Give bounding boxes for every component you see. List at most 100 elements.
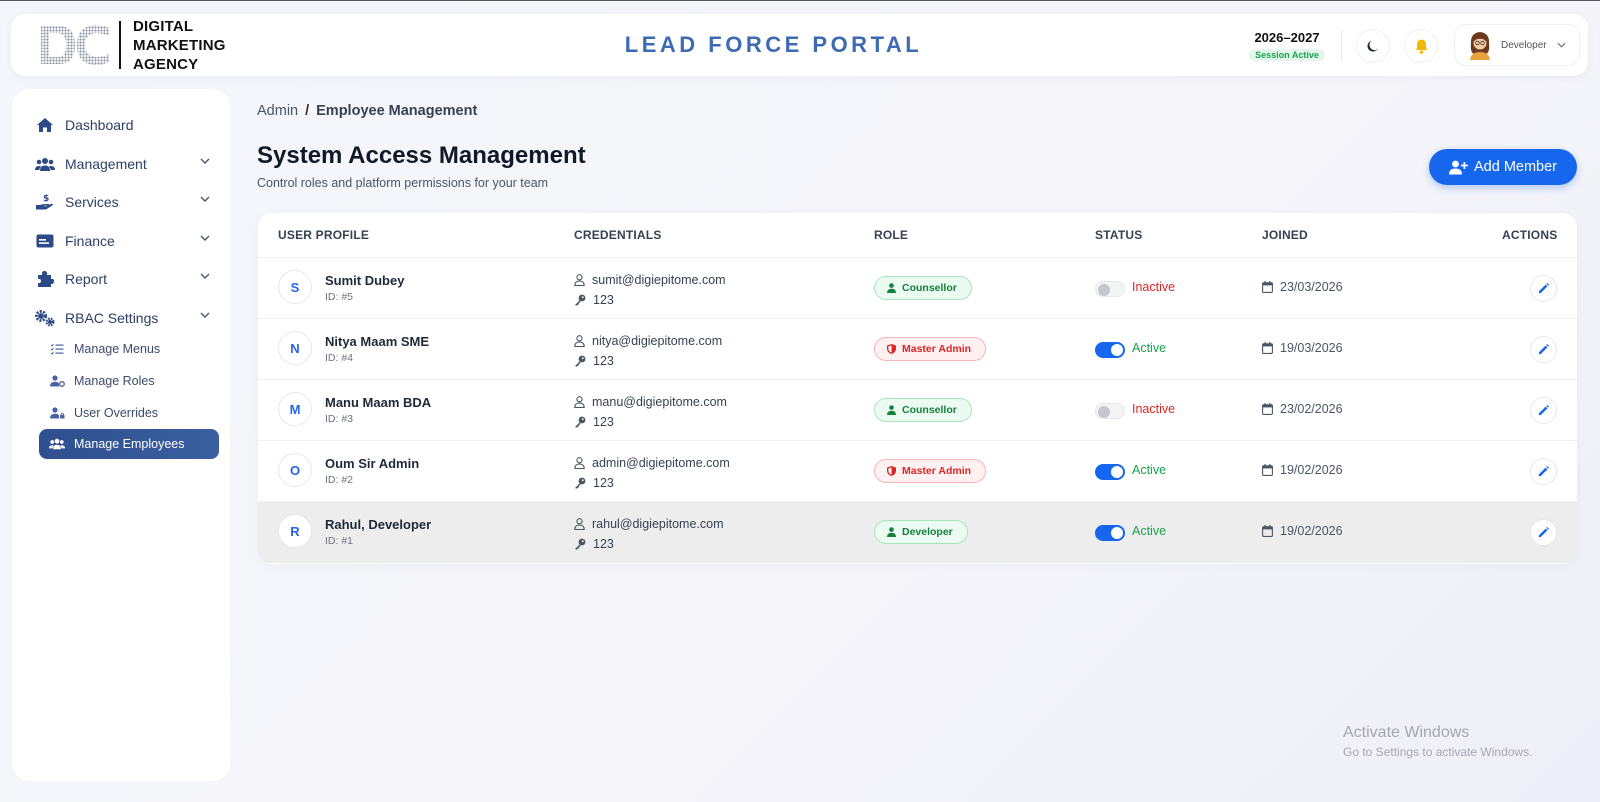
role-badge: Counsellor <box>874 398 972 422</box>
sidebar-item-label: Services <box>65 194 119 210</box>
pencil-icon <box>1538 466 1549 477</box>
chevron-down-icon <box>200 235 210 241</box>
notifications-button[interactable] <box>1404 29 1438 63</box>
joined-cell: 23/02/2026 <box>1262 402 1343 416</box>
edit-button[interactable] <box>1530 336 1557 363</box>
user-profile-cell: Sumit Dubey ID: #5 <box>325 273 404 303</box>
sidebar-item-report[interactable]: Report <box>34 264 216 294</box>
user-email: manu@digiepitome.com <box>592 395 727 409</box>
user-profile-cell: Manu Maam BDA ID: #3 <box>325 395 431 425</box>
sidebar-item-dashboard[interactable]: Dashboard <box>34 110 216 140</box>
pencil-icon <box>1538 405 1549 416</box>
user-profile-cell: Oum Sir Admin ID: #2 <box>325 456 419 486</box>
puzzle-icon <box>34 269 56 289</box>
status-text: Inactive <box>1132 402 1176 416</box>
theme-toggle-button[interactable] <box>1356 29 1390 63</box>
avatar: S <box>278 270 312 304</box>
edit-button[interactable] <box>1530 275 1557 302</box>
credentials-cell: rahul@digiepitome.com 123 <box>574 514 724 554</box>
user-name: Developer <box>1501 39 1547 51</box>
add-member-button[interactable]: Add Member <box>1429 149 1577 185</box>
status-text: Active <box>1132 463 1167 477</box>
status-text: Active <box>1132 524 1167 538</box>
role-badge: Counsellor <box>874 276 972 300</box>
toggle-knob <box>1111 466 1123 478</box>
table-row: S Sumit Dubey ID: #5 sumit@digiepitome.c… <box>258 258 1577 319</box>
user-plus-icon <box>1448 160 1468 174</box>
user-name: Manu Maam BDA <box>325 395 432 410</box>
user-outline-icon <box>574 335 585 347</box>
chevron-down-icon <box>200 273 210 279</box>
key-icon <box>575 355 586 367</box>
svg-text:$: $ <box>43 194 49 204</box>
page-title: System Access Management <box>257 142 586 169</box>
windows-activation-watermark: Activate Windows Go to Settings to activ… <box>1343 724 1532 759</box>
col-header-user-profile: USER PROFILE <box>278 228 370 242</box>
key-icon <box>575 294 586 306</box>
credentials-cell: admin@digiepitome.com 123 <box>574 453 730 493</box>
user-icon <box>887 405 896 415</box>
user-id: ID: #1 <box>325 535 354 547</box>
session-status-badge: Session Active <box>1249 49 1325 61</box>
credentials-cell: manu@digiepitome.com 123 <box>574 392 727 432</box>
user-icon <box>887 527 896 537</box>
chevron-down-icon <box>200 196 210 202</box>
joined-cell: 23/03/2026 <box>1262 280 1343 294</box>
sidebar-item-label: Dashboard <box>65 117 134 133</box>
user-outline-icon <box>574 274 585 286</box>
sidebar-item-label: Management <box>65 156 147 172</box>
sidebar-subitem-manage-employees[interactable]: Manage Employees <box>39 429 219 459</box>
user-password: 123 <box>593 354 614 368</box>
table-row: O Oum Sir Admin ID: #2 admin@digiepitome… <box>258 441 1577 502</box>
col-header-status: STATUS <box>1095 228 1143 242</box>
role-label: Developer <box>902 526 953 538</box>
user-outline-icon <box>574 457 585 469</box>
sidebar-subitem-label: Manage Menus <box>74 342 161 356</box>
sidebar-item-finance[interactable]: Finance <box>34 226 216 256</box>
status-toggle[interactable] <box>1095 525 1125 541</box>
avatar-icon <box>1470 32 1490 60</box>
sidebar-item-rbac-settings[interactable]: RBAC Settings <box>34 303 216 333</box>
card-icon <box>34 231 56 251</box>
calendar-icon <box>1262 525 1273 537</box>
role-label: Master Admin <box>902 343 972 355</box>
user-icon <box>887 283 896 293</box>
sidebar-item-management[interactable]: Management <box>34 149 216 179</box>
status-toggle[interactable] <box>1095 464 1125 480</box>
chevron-down-icon <box>1557 42 1566 48</box>
sidebar-subitem-manage-roles[interactable]: Manage Roles <box>48 368 224 394</box>
table-row: M Manu Maam BDA ID: #3 manu@digiepitome.… <box>258 380 1577 441</box>
chevron-down-icon <box>200 158 210 164</box>
breadcrumb-root[interactable]: Admin <box>257 103 298 119</box>
breadcrumb-separator: / <box>305 103 310 119</box>
edit-button[interactable] <box>1530 397 1557 424</box>
avatar: O <box>278 453 312 487</box>
status-toggle[interactable] <box>1095 281 1125 297</box>
shield-icon <box>887 466 896 476</box>
avatar: M <box>278 392 312 426</box>
chevron-down-icon <box>200 312 210 318</box>
col-header-role: ROLE <box>874 228 909 242</box>
joined-date: 19/03/2026 <box>1280 341 1343 355</box>
page-subtitle: Control roles and platform permissions f… <box>257 176 549 190</box>
users-icon <box>34 154 56 174</box>
calendar-icon <box>1262 342 1273 354</box>
toggle-knob <box>1098 406 1110 418</box>
table-row: N Nitya Maam SME ID: #4 nitya@digiepitom… <box>258 319 1577 380</box>
edit-button[interactable] <box>1530 519 1557 546</box>
bell-icon <box>1415 39 1427 54</box>
sidebar-subitem-label: Manage Roles <box>74 374 155 388</box>
sidebar-item-services[interactable]: $ Services <box>34 187 216 217</box>
calendar-icon <box>1262 281 1273 293</box>
table-header: USER PROFILE CREDENTIALS ROLE STATUS JOI… <box>258 213 1577 258</box>
user-lock-icon <box>48 407 66 419</box>
status-toggle[interactable] <box>1095 403 1125 419</box>
sidebar-subitem-manage-menus[interactable]: Manage Menus <box>48 336 224 362</box>
user-outline-icon <box>574 396 585 408</box>
edit-button[interactable] <box>1530 458 1557 485</box>
sidebar-subitem-user-overrides[interactable]: User Overrides <box>48 400 224 426</box>
user-menu[interactable]: Developer <box>1454 24 1580 66</box>
user-password: 123 <box>593 537 614 551</box>
status-toggle[interactable] <box>1095 342 1125 358</box>
joined-date: 23/02/2026 <box>1280 402 1343 416</box>
